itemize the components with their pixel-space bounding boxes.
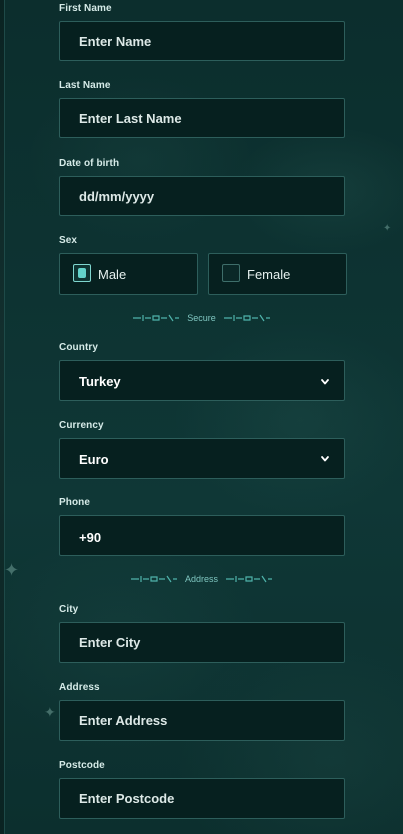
sex-option-female[interactable]: Female [208, 253, 347, 295]
address-input[interactable] [60, 701, 344, 740]
postcode-input[interactable] [60, 779, 344, 818]
first-name-input[interactable] [60, 22, 344, 60]
checkbox-unchecked-icon[interactable] [222, 264, 240, 282]
currency-label: Currency [59, 420, 104, 431]
sex-option-label: Female [247, 267, 291, 282]
secure-divider: Secure [0, 311, 403, 325]
checkbox-checked-icon[interactable] [73, 264, 91, 282]
dob-field[interactable] [59, 176, 345, 216]
postcode-field[interactable] [59, 778, 345, 819]
currency-value: Euro [79, 452, 109, 467]
last-name-label: Last Name [59, 80, 111, 91]
ornament-icon [226, 575, 273, 583]
ornament-icon [130, 575, 177, 583]
country-value: Turkey [79, 374, 121, 389]
city-label: City [59, 604, 79, 615]
sex-option-label: Male [98, 267, 127, 282]
country-label: Country [59, 342, 99, 353]
city-input[interactable] [60, 623, 344, 662]
address-divider-label: Address [184, 574, 219, 584]
first-name-field[interactable] [59, 21, 345, 61]
registration-form: First Name Last Name Date of birth Sex M… [0, 0, 403, 834]
currency-select[interactable]: Euro [59, 438, 345, 479]
first-name-label: First Name [59, 3, 112, 14]
address-label: Address [59, 682, 100, 693]
sex-label: Sex [59, 235, 78, 246]
dob-label: Date of birth [59, 158, 120, 169]
chevron-down-icon[interactable] [320, 454, 330, 464]
phone-field[interactable]: +90 [59, 515, 345, 556]
last-name-field[interactable] [59, 98, 345, 138]
chevron-down-icon[interactable] [320, 377, 330, 387]
city-field[interactable] [59, 622, 345, 663]
last-name-input[interactable] [60, 99, 344, 137]
sex-option-male[interactable]: Male [59, 253, 198, 295]
address-field[interactable] [59, 700, 345, 741]
phone-label: Phone [59, 497, 91, 508]
postcode-label: Postcode [59, 760, 105, 771]
address-divider: Address [0, 572, 403, 586]
dob-input[interactable] [60, 177, 344, 215]
ornament-icon [133, 314, 180, 322]
ornament-icon [223, 314, 270, 322]
country-select[interactable]: Turkey [59, 360, 345, 401]
phone-value[interactable]: +90 [79, 530, 101, 545]
secure-divider-label: Secure [187, 313, 216, 323]
